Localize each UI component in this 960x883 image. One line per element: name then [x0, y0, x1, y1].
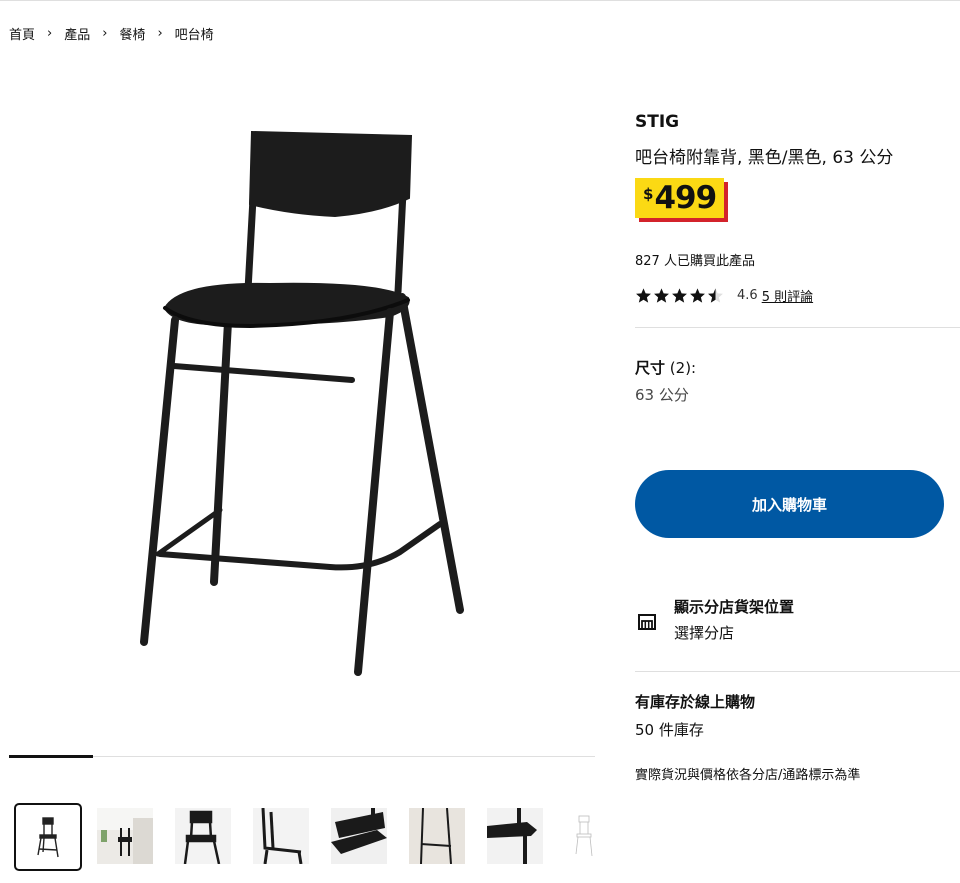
- store-title: 顯示分店貨架位置: [674, 598, 795, 616]
- star-full-icon: [672, 288, 687, 303]
- size-label[interactable]: 尺寸 (2):: [635, 357, 696, 378]
- thumbnail-8[interactable]: [565, 808, 621, 864]
- star-half-icon: [708, 288, 723, 303]
- gallery-scroll-progress: [9, 755, 93, 758]
- chevron-right-icon: ›: [47, 26, 53, 41]
- add-to-cart-button[interactable]: 加入購物車: [635, 470, 944, 538]
- chevron-right-icon: ›: [102, 26, 108, 41]
- rating-row[interactable]: 4.6 5 則評論: [635, 286, 813, 305]
- thumbnail-5[interactable]: [331, 808, 387, 864]
- store-icon: [638, 614, 656, 630]
- product-description: 吧台椅附靠背, 黑色/黑色, 63 公分: [635, 148, 894, 168]
- size-label-text: 尺寸: [635, 359, 666, 377]
- product-name: STIG: [635, 112, 680, 132]
- thumbnail-7[interactable]: [487, 808, 543, 864]
- star-full-icon: [690, 288, 705, 303]
- breadcrumb-bar-stools[interactable]: 吧台椅: [175, 24, 214, 43]
- disclaimer: 實際貨況與價格依各分店/通路標示為準: [635, 768, 861, 783]
- rating-value: 4.6: [737, 288, 758, 303]
- divider: [635, 671, 960, 672]
- rating-stars: [635, 287, 725, 304]
- thumbnail-3[interactable]: [175, 808, 231, 864]
- price-currency: $: [643, 185, 654, 203]
- gallery-scroll-track[interactable]: [9, 756, 595, 757]
- thumbnail-6[interactable]: [409, 808, 465, 864]
- store-shelf-location[interactable]: 顯示分店貨架位置 選擇分店: [635, 596, 960, 646]
- star-full-icon: [636, 288, 651, 303]
- top-divider: [0, 0, 960, 1]
- select-store-link[interactable]: 選擇分店: [674, 622, 734, 643]
- stock-count: 50 件庫存: [635, 721, 704, 739]
- purchase-count: 827 人已購買此產品: [635, 254, 755, 269]
- price-tag: $ 499: [635, 178, 725, 218]
- reviews-link[interactable]: 5 則評論: [762, 286, 813, 305]
- star-full-icon: [654, 288, 669, 303]
- stock-title: 有庫存於線上購物: [635, 693, 756, 711]
- breadcrumb-home[interactable]: 首頁: [9, 24, 35, 43]
- breadcrumb: 首頁 › 產品 › 餐椅 › 吧台椅: [9, 24, 214, 43]
- thumbnail-2[interactable]: [97, 808, 153, 864]
- divider: [635, 327, 960, 328]
- chevron-right-icon: ›: [157, 26, 163, 41]
- size-value[interactable]: 63 公分: [635, 384, 689, 405]
- thumbnail-1[interactable]: [14, 803, 82, 871]
- product-main-image[interactable]: [120, 112, 480, 702]
- breadcrumb-dining-chairs[interactable]: 餐椅: [119, 24, 145, 43]
- breadcrumb-products[interactable]: 產品: [64, 24, 90, 43]
- thumbnail-4[interactable]: [253, 808, 309, 864]
- price-value: 499: [654, 180, 717, 216]
- size-count: (2):: [669, 359, 697, 377]
